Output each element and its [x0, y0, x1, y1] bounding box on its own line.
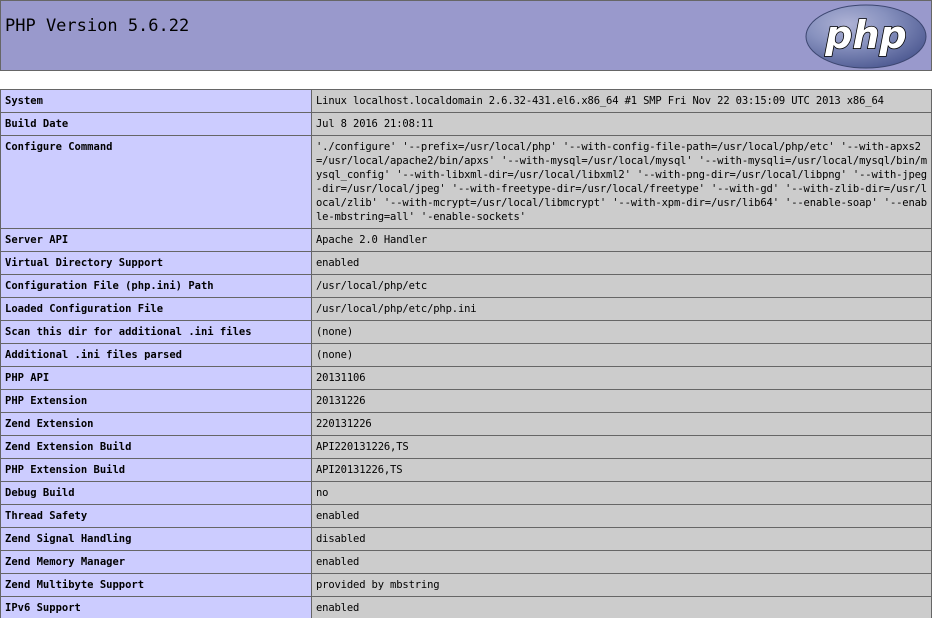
info-row: Server API Apache 2.0 Handler — [0, 228, 932, 252]
info-key: Configuration File (php.ini) Path — [0, 274, 312, 298]
info-row: Thread Safety enabled — [0, 504, 932, 528]
info-key: Zend Extension — [0, 412, 312, 436]
info-row: IPv6 Support enabled — [0, 596, 932, 618]
info-value: 20131226 — [311, 389, 932, 413]
info-row: Build Date Jul 8 2016 21:08:11 — [0, 112, 932, 136]
info-value: enabled — [311, 596, 932, 618]
info-value: 220131226 — [311, 412, 932, 436]
info-value: enabled — [311, 550, 932, 574]
info-key: PHP Extension Build — [0, 458, 312, 482]
info-row: Zend Signal Handling disabled — [0, 527, 932, 551]
info-key: Build Date — [0, 112, 312, 136]
info-value: Apache 2.0 Handler — [311, 228, 932, 252]
info-key: Zend Multibyte Support — [0, 573, 312, 597]
info-row: Configure Command './configure' '--prefix… — [0, 135, 932, 229]
info-value: API220131226,TS — [311, 435, 932, 459]
php-logo-icon: php — [805, 4, 927, 69]
info-key: Loaded Configuration File — [0, 297, 312, 321]
info-value: provided by mbstring — [311, 573, 932, 597]
info-row: PHP Extension Build API20131226,TS — [0, 458, 932, 482]
info-value: 20131106 — [311, 366, 932, 390]
info-key: PHP API — [0, 366, 312, 390]
info-row: Debug Build no — [0, 481, 932, 505]
page-title: PHP Version 5.6.22 — [5, 16, 190, 36]
info-value: API20131226,TS — [311, 458, 932, 482]
info-key: Scan this dir for additional .ini files — [0, 320, 312, 344]
info-row: Zend Extension 220131226 — [0, 412, 932, 436]
info-value: Linux localhost.localdomain 2.6.32-431.e… — [311, 89, 932, 113]
info-row: Zend Multibyte Support provided by mbstri… — [0, 573, 932, 597]
info-key: Zend Extension Build — [0, 435, 312, 459]
info-key: PHP Extension — [0, 389, 312, 413]
info-row: PHP Extension 20131226 — [0, 389, 932, 413]
info-row: Scan this dir for additional .ini files(… — [0, 320, 932, 344]
info-value: Jul 8 2016 21:08:11 — [311, 112, 932, 136]
info-value: disabled — [311, 527, 932, 551]
info-key: Zend Memory Manager — [0, 550, 312, 574]
info-key: Virtual Directory Support — [0, 251, 312, 275]
info-value: (none) — [311, 343, 932, 367]
info-value: /usr/local/php/etc/php.ini — [311, 297, 932, 321]
info-value: enabled — [311, 504, 932, 528]
info-value: enabled — [311, 251, 932, 275]
php-version-header: PHP Version 5.6.22 php — [0, 0, 932, 71]
info-key: Configure Command — [0, 135, 312, 229]
info-value: /usr/local/php/etc — [311, 274, 932, 298]
info-key: IPv6 Support — [0, 596, 312, 618]
info-row: Zend Memory Manager enabled — [0, 550, 932, 574]
info-key: Additional .ini files parsed — [0, 343, 312, 367]
info-key: Debug Build — [0, 481, 312, 505]
php-logo[interactable]: php — [805, 4, 927, 69]
info-row: PHP API 20131106 — [0, 366, 932, 390]
info-value: no — [311, 481, 932, 505]
info-row: Zend Extension Build API220131226,TS — [0, 435, 932, 459]
info-key: System — [0, 89, 312, 113]
info-key: Server API — [0, 228, 312, 252]
info-key: Thread Safety — [0, 504, 312, 528]
info-value: (none) — [311, 320, 932, 344]
php-info-table-body: System Linux localhost.localdomain 2.6.32… — [0, 89, 932, 618]
info-key: Zend Signal Handling — [0, 527, 312, 551]
php-info-table: System Linux localhost.localdomain 2.6.32… — [0, 89, 932, 618]
info-row: Virtual Directory Support enabled — [0, 251, 932, 275]
info-row: Additional .ini files parsed (none) — [0, 343, 932, 367]
php-logo-text: php — [824, 13, 906, 57]
info-row: System Linux localhost.localdomain 2.6.32… — [0, 89, 932, 113]
info-row: Configuration File (php.ini) Path/usr/lo… — [0, 274, 932, 298]
info-row: Loaded Configuration File/usr/local/php/… — [0, 297, 932, 321]
info-value: './configure' '--prefix=/usr/local/php' … — [311, 135, 932, 229]
